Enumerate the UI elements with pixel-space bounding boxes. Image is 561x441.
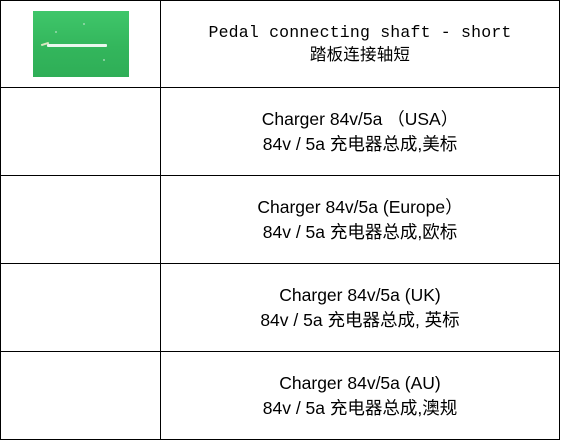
description-cell: Pedal connecting shaft - short 踏板连接轴短 [160,0,560,88]
table-row: Charger 84v/5a (UK) 84v / 5a 充电器总成, 英标 [0,263,560,352]
table-row: Charger 84v/5a （USA） 84v / 5a 充电器总成,美标 [0,87,560,176]
table-row: Charger 84v/5a (Europe） 84v / 5a 充电器总成,欧… [0,175,560,264]
product-photo [32,11,129,77]
photo-speck [102,59,105,61]
part-name-en: Charger 84v/5a (AU) [279,372,441,393]
part-name-cn: 踏板连接轴短 [309,46,411,65]
part-name-cn: 84v / 5a 充电器总成,欧标 [262,221,458,242]
parts-table: Pedal connecting shaft - short 踏板连接轴短 Ch… [0,0,560,440]
description-cell: Charger 84v/5a (Europe） 84v / 5a 充电器总成,欧… [160,175,560,264]
part-name-en: Pedal connecting shaft - short [208,23,512,42]
image-cell [0,87,161,176]
part-name-cn: 84v / 5a 充电器总成,美标 [262,133,458,154]
description-cell: Charger 84v/5a (AU) 84v / 5a 充电器总成,澳规 [160,351,560,440]
image-cell [0,351,161,440]
table-row: Charger 84v/5a (AU) 84v / 5a 充电器总成,澳规 [0,351,560,440]
photo-speck [82,23,85,25]
description-cell: Charger 84v/5a （USA） 84v / 5a 充电器总成,美标 [160,87,560,176]
image-cell [0,263,161,352]
table-row: Pedal connecting shaft - short 踏板连接轴短 [0,0,560,88]
part-name-en: Charger 84v/5a (UK) [279,284,441,305]
image-cell [0,0,161,88]
image-cell [0,175,161,264]
photo-speck [54,31,57,33]
part-name-cn: 84v / 5a 充电器总成,澳规 [262,397,458,418]
shaft-shape [46,44,107,47]
part-name-en: Charger 84v/5a (Europe） [257,196,463,217]
part-name-en: Charger 84v/5a （USA） [261,108,459,129]
description-cell: Charger 84v/5a (UK) 84v / 5a 充电器总成, 英标 [160,263,560,352]
part-name-cn: 84v / 5a 充电器总成, 英标 [260,309,460,330]
